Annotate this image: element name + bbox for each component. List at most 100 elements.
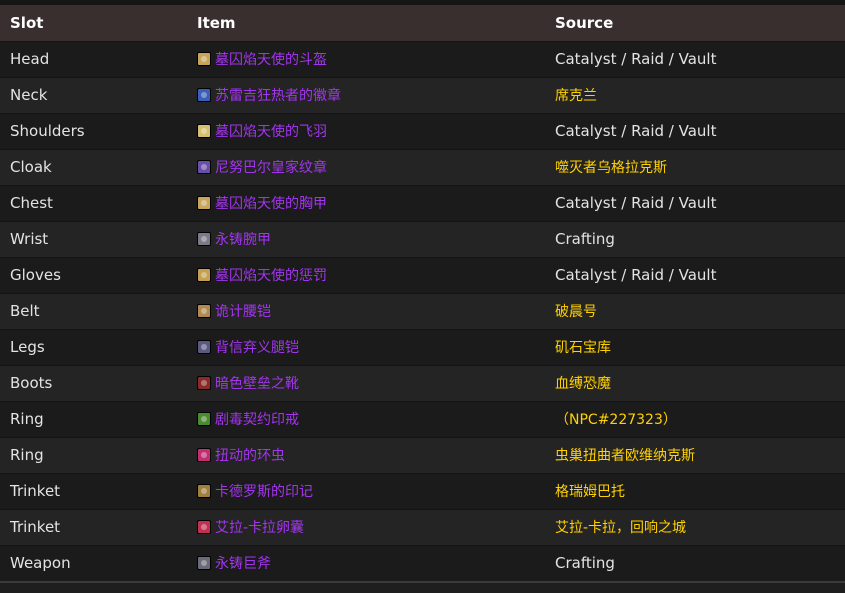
- item-icon[interactable]: [197, 375, 211, 390]
- source-cell: 破晨号: [545, 292, 845, 329]
- item-name[interactable]: 卡德罗斯的印记: [215, 481, 313, 501]
- item-icon[interactable]: [197, 339, 211, 354]
- slot-cell: Legs: [0, 328, 187, 365]
- table-row: Neck 苏雷吉狂热者的徽章 席克兰: [0, 76, 845, 113]
- item-icon[interactable]: [197, 87, 211, 102]
- item-icon[interactable]: [197, 267, 211, 282]
- item-cell: 诡计腰铠: [187, 292, 545, 329]
- slot-cell: Cloak: [0, 148, 187, 185]
- item-name[interactable]: 尼努巴尔皇家纹章: [215, 157, 327, 177]
- table-row: Ring 剧毒契约印戒 （NPC#227323）: [0, 400, 845, 437]
- item-icon[interactable]: [197, 231, 211, 246]
- slot-cell: Shoulders: [0, 112, 187, 149]
- item-icon[interactable]: [197, 51, 211, 66]
- item-cell: 扭动的环虫: [187, 436, 545, 473]
- table-row: Belt 诡计腰铠 破晨号: [0, 292, 845, 329]
- slot-cell: Trinket: [0, 472, 187, 509]
- source-cell: Catalyst / Raid / Vault: [545, 184, 845, 221]
- bottom-border: [0, 581, 845, 583]
- item-name[interactable]: 背信弃义腿铠: [215, 337, 299, 357]
- source-cell: Catalyst / Raid / Vault: [545, 40, 845, 77]
- slot-cell: Belt: [0, 292, 187, 329]
- table-row: Weapon 永铸巨斧 Crafting: [0, 544, 845, 581]
- item-link[interactable]: 永铸腕甲: [197, 229, 271, 249]
- item-link[interactable]: 卡德罗斯的印记: [197, 481, 313, 501]
- item-icon[interactable]: [197, 555, 211, 570]
- source-link[interactable]: 矶石宝库: [555, 340, 611, 356]
- item-link[interactable]: 尼努巴尔皇家纹章: [197, 157, 327, 177]
- item-link[interactable]: 背信弃义腿铠: [197, 337, 299, 357]
- item-icon[interactable]: [197, 519, 211, 534]
- table-row: Head 墓囚焰天使的斗盔 Catalyst / Raid / Vault: [0, 40, 845, 77]
- header-source[interactable]: Source: [545, 5, 845, 42]
- item-name[interactable]: 墓囚焰天使的惩罚: [215, 265, 327, 285]
- item-link[interactable]: 墓囚焰天使的斗盔: [197, 49, 327, 69]
- slot-cell: Boots: [0, 364, 187, 401]
- source-text: Catalyst / Raid / Vault: [555, 122, 717, 140]
- item-link[interactable]: 苏雷吉狂热者的徽章: [197, 85, 341, 105]
- item-icon[interactable]: [197, 195, 211, 210]
- item-icon[interactable]: [197, 159, 211, 174]
- source-cell: 矶石宝库: [545, 328, 845, 365]
- table-header: Slot Item Source: [0, 5, 845, 42]
- source-link[interactable]: 格瑞姆巴托: [555, 484, 625, 500]
- source-link[interactable]: （NPC#227323）: [555, 412, 677, 428]
- source-link[interactable]: 噬灭者乌格拉克斯: [555, 160, 667, 176]
- item-icon[interactable]: [197, 483, 211, 498]
- item-link[interactable]: 艾拉-卡拉卵囊: [197, 517, 304, 537]
- table-row: Wrist 永铸腕甲 Crafting: [0, 220, 845, 257]
- source-cell: Crafting: [545, 220, 845, 257]
- item-name[interactable]: 暗色壁垒之靴: [215, 373, 299, 393]
- item-name[interactable]: 墓囚焰天使的胸甲: [215, 193, 327, 213]
- source-text: Catalyst / Raid / Vault: [555, 194, 717, 212]
- source-link[interactable]: 艾拉-卡拉，回响之城: [555, 520, 686, 536]
- item-name[interactable]: 永铸巨斧: [215, 553, 271, 573]
- source-cell: Catalyst / Raid / Vault: [545, 256, 845, 293]
- source-link[interactable]: 席克兰: [555, 88, 597, 104]
- item-name[interactable]: 苏雷吉狂热者的徽章: [215, 85, 341, 105]
- item-name[interactable]: 墓囚焰天使的飞羽: [215, 121, 327, 141]
- item-link[interactable]: 永铸巨斧: [197, 553, 271, 573]
- gear-table: Slot Item Source Head 墓囚焰天使的斗盔 Catalyst / …: [0, 5, 845, 581]
- source-link[interactable]: 血缚恐魔: [555, 376, 611, 392]
- item-cell: 剧毒契约印戒: [187, 400, 545, 437]
- item-name[interactable]: 剧毒契约印戒: [215, 409, 299, 429]
- item-name[interactable]: 永铸腕甲: [215, 229, 271, 249]
- item-icon[interactable]: [197, 303, 211, 318]
- item-cell: 墓囚焰天使的斗盔: [187, 40, 545, 77]
- source-link[interactable]: 虫巢扭曲者欧维纳克斯: [555, 448, 695, 464]
- item-name[interactable]: 扭动的环虫: [215, 445, 285, 465]
- table-row: Legs 背信弃义腿铠 矶石宝库: [0, 328, 845, 365]
- item-cell: 暗色壁垒之靴: [187, 364, 545, 401]
- item-link[interactable]: 墓囚焰天使的惩罚: [197, 265, 327, 285]
- item-name[interactable]: 诡计腰铠: [215, 301, 271, 321]
- source-cell: 席克兰: [545, 76, 845, 113]
- item-link[interactable]: 墓囚焰天使的飞羽: [197, 121, 327, 141]
- item-cell: 墓囚焰天使的胸甲: [187, 184, 545, 221]
- slot-cell: Gloves: [0, 256, 187, 293]
- item-cell: 背信弃义腿铠: [187, 328, 545, 365]
- item-link[interactable]: 墓囚焰天使的胸甲: [197, 193, 327, 213]
- source-cell: 格瑞姆巴托: [545, 472, 845, 509]
- header-row: Slot Item Source: [0, 5, 845, 42]
- slot-cell: Wrist: [0, 220, 187, 257]
- item-link[interactable]: 剧毒契约印戒: [197, 409, 299, 429]
- source-cell: （NPC#227323）: [545, 400, 845, 437]
- item-icon[interactable]: [197, 123, 211, 138]
- table-row: Ring 扭动的环虫 虫巢扭曲者欧维纳克斯: [0, 436, 845, 473]
- source-text: Catalyst / Raid / Vault: [555, 50, 717, 68]
- source-cell: Catalyst / Raid / Vault: [545, 112, 845, 149]
- item-link[interactable]: 诡计腰铠: [197, 301, 271, 321]
- item-link[interactable]: 扭动的环虫: [197, 445, 285, 465]
- source-link[interactable]: 破晨号: [555, 304, 597, 320]
- header-slot[interactable]: Slot: [0, 5, 187, 42]
- source-cell: Crafting: [545, 544, 845, 581]
- item-cell: 苏雷吉狂热者的徽章: [187, 76, 545, 113]
- item-icon[interactable]: [197, 447, 211, 462]
- header-item[interactable]: Item: [187, 5, 545, 42]
- source-cell: 噬灭者乌格拉克斯: [545, 148, 845, 185]
- item-link[interactable]: 暗色壁垒之靴: [197, 373, 299, 393]
- item-name[interactable]: 艾拉-卡拉卵囊: [215, 517, 304, 537]
- item-icon[interactable]: [197, 411, 211, 426]
- item-name[interactable]: 墓囚焰天使的斗盔: [215, 49, 327, 69]
